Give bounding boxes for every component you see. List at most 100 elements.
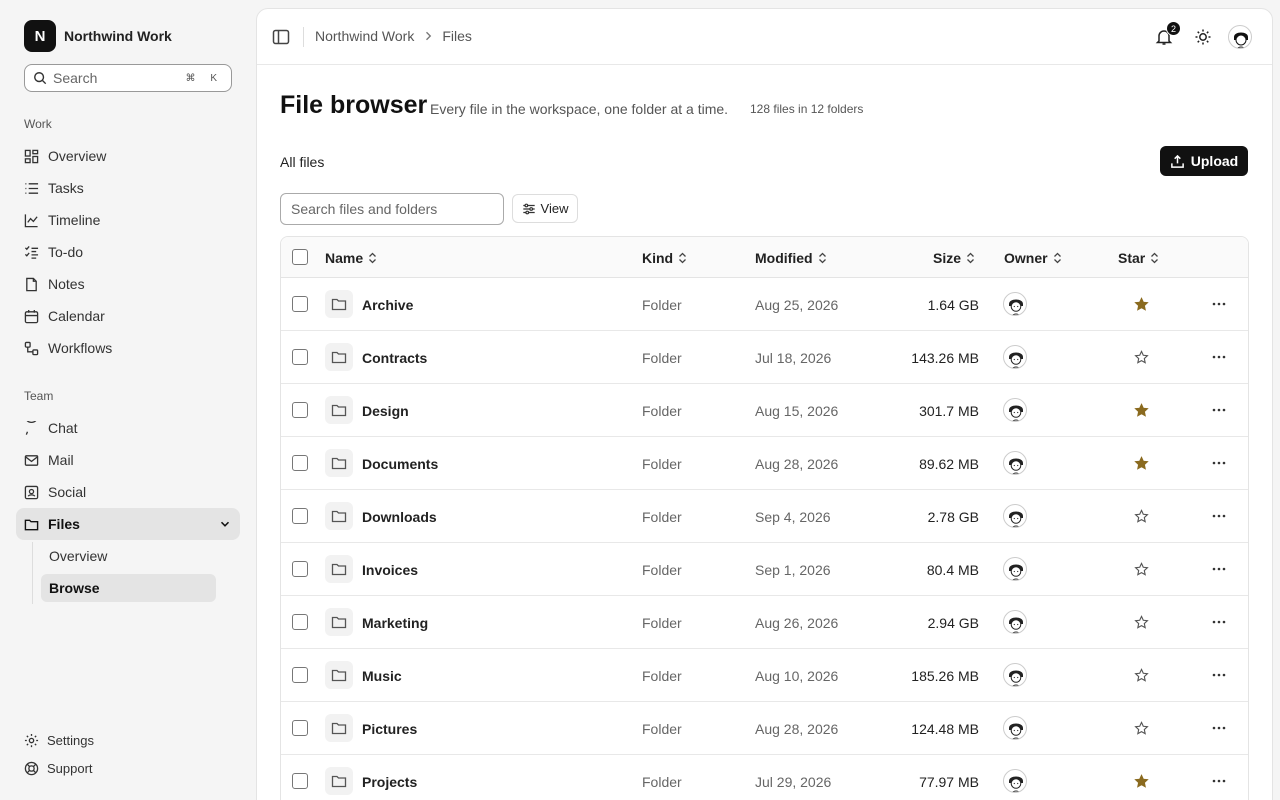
- table-row[interactable]: Documents Folder Aug 28, 2026 89.62 MB: [281, 437, 1248, 490]
- more-horizontal-icon[interactable]: [1211, 508, 1227, 524]
- file-name[interactable]: Projects: [362, 755, 417, 800]
- table-row[interactable]: Projects Folder Jul 29, 2026 77.97 MB: [281, 755, 1248, 800]
- table-row[interactable]: Downloads Folder Sep 4, 2026 2.78 GB: [281, 490, 1248, 543]
- file-name[interactable]: Downloads: [362, 490, 437, 543]
- sidebar: N Northwind Work Search ⌘ K Work Overvie…: [0, 0, 256, 800]
- star-icon[interactable]: [1134, 721, 1149, 736]
- file-name[interactable]: Invoices: [362, 543, 418, 596]
- row-checkbox[interactable]: [292, 773, 308, 789]
- breadcrumb-item[interactable]: Northwind Work: [315, 28, 414, 44]
- file-name[interactable]: Marketing: [362, 596, 428, 649]
- more-horizontal-icon[interactable]: [1211, 614, 1227, 630]
- column-header-name[interactable]: Name: [325, 237, 377, 278]
- table-row[interactable]: Design Folder Aug 15, 2026 301.7 MB: [281, 384, 1248, 437]
- more-horizontal-icon[interactable]: [1211, 773, 1227, 789]
- folder-thumbnail: [325, 343, 353, 371]
- chart-line-icon: [24, 213, 38, 227]
- main-panel: Northwind Work Files 2 File browser Ever…: [256, 8, 1273, 800]
- sidebar-item-notes[interactable]: Notes: [24, 272, 85, 296]
- sidebar-item-tasks[interactable]: Tasks: [24, 176, 84, 200]
- sidebar-item-workflows[interactable]: Workflows: [24, 336, 112, 360]
- folder-icon: [331, 298, 347, 311]
- more-horizontal-icon[interactable]: [1211, 402, 1227, 418]
- more-horizontal-icon[interactable]: [1211, 455, 1227, 471]
- star-icon[interactable]: [1134, 668, 1149, 683]
- column-header-kind[interactable]: Kind: [642, 237, 687, 278]
- sidebar-item-files[interactable]: Files: [16, 508, 240, 540]
- row-checkbox[interactable]: [292, 508, 308, 524]
- column-header-owner[interactable]: Owner: [1004, 237, 1062, 278]
- star-icon[interactable]: [1134, 403, 1149, 418]
- avatar[interactable]: [1228, 25, 1252, 49]
- row-checkbox[interactable]: [292, 349, 308, 365]
- sidebar-item-timeline[interactable]: Timeline: [24, 208, 100, 232]
- file-kind: Folder: [642, 773, 682, 790]
- sidebar-item-support[interactable]: Support: [24, 761, 93, 776]
- table-row[interactable]: Pictures Folder Aug 28, 2026 124.48 MB: [281, 702, 1248, 755]
- view-options-button[interactable]: View: [512, 194, 578, 223]
- star-icon[interactable]: [1134, 562, 1149, 577]
- file-size: 143.26 MB: [911, 349, 979, 366]
- column-header-size[interactable]: Size: [933, 237, 975, 278]
- breadcrumb-item-current[interactable]: Files: [442, 28, 472, 44]
- sidebar-item-mail[interactable]: Mail: [24, 448, 74, 472]
- sidebar-item-calendar[interactable]: Calendar: [24, 304, 105, 328]
- table-row[interactable]: Contracts Folder Jul 18, 2026 143.26 MB: [281, 331, 1248, 384]
- file-size: 1.64 GB: [927, 296, 979, 313]
- sort-icon: [1151, 252, 1159, 263]
- row-checkbox[interactable]: [292, 614, 308, 630]
- file-name[interactable]: Contracts: [362, 331, 427, 384]
- sidebar-search[interactable]: Search ⌘ K: [24, 64, 232, 92]
- workspace-switcher[interactable]: N Northwind Work: [24, 20, 172, 52]
- table-row[interactable]: Archive Folder Aug 25, 2026 1.64 GB: [281, 278, 1248, 331]
- sidebar-toggle-icon[interactable]: [271, 27, 291, 47]
- upload-icon: [1170, 154, 1184, 168]
- star-icon[interactable]: [1134, 615, 1149, 630]
- row-checkbox[interactable]: [292, 402, 308, 418]
- table-body: Archive Folder Aug 25, 2026 1.64 GB Cont…: [281, 278, 1248, 800]
- file-modified: Aug 28, 2026: [755, 455, 839, 472]
- more-horizontal-icon[interactable]: [1211, 667, 1227, 683]
- more-horizontal-icon[interactable]: [1211, 349, 1227, 365]
- star-icon[interactable]: [1134, 456, 1149, 471]
- sidebar-subitem-overview[interactable]: Overview: [41, 542, 216, 570]
- select-all-checkbox[interactable]: [292, 249, 308, 265]
- row-checkbox[interactable]: [292, 455, 308, 471]
- star-icon[interactable]: [1134, 350, 1149, 365]
- row-checkbox[interactable]: [292, 720, 308, 736]
- column-header-star[interactable]: Star: [1118, 237, 1159, 278]
- sidebar-item-label: Calendar: [48, 308, 105, 324]
- owner-avatar: [1003, 663, 1027, 687]
- file-name[interactable]: Pictures: [362, 702, 417, 755]
- row-checkbox[interactable]: [292, 561, 308, 577]
- sidebar-subitem-browse[interactable]: Browse: [41, 574, 216, 602]
- sidebar-item-overview[interactable]: Overview: [24, 144, 106, 168]
- table-row[interactable]: Marketing Folder Aug 26, 2026 2.94 GB: [281, 596, 1248, 649]
- table-row[interactable]: Invoices Folder Sep 1, 2026 80.4 MB: [281, 543, 1248, 596]
- more-horizontal-icon[interactable]: [1211, 296, 1227, 312]
- column-header-modified[interactable]: Modified: [755, 237, 827, 278]
- sidebar-item-chat[interactable]: Chat: [24, 416, 78, 440]
- file-name[interactable]: Archive: [362, 278, 413, 331]
- sun-icon[interactable]: [1194, 28, 1212, 46]
- file-table: Name Kind Modified Size Owner Star Archi…: [280, 236, 1249, 800]
- upload-button[interactable]: Upload: [1160, 146, 1248, 176]
- row-checkbox[interactable]: [292, 667, 308, 683]
- file-name[interactable]: Music: [362, 649, 402, 702]
- chevron-down-icon[interactable]: [218, 517, 232, 531]
- file-name[interactable]: Design: [362, 384, 409, 437]
- star-icon[interactable]: [1134, 774, 1149, 789]
- file-name[interactable]: Documents: [362, 437, 438, 490]
- file-search-input[interactable]: [280, 193, 504, 225]
- sidebar-item-social[interactable]: Social: [24, 480, 86, 504]
- star-icon[interactable]: [1134, 509, 1149, 524]
- sidebar-item-label: Support: [47, 761, 93, 776]
- more-horizontal-icon[interactable]: [1211, 561, 1227, 577]
- sidebar-item-todo[interactable]: To-do: [24, 240, 83, 264]
- more-horizontal-icon[interactable]: [1211, 720, 1227, 736]
- checklist-icon: [24, 245, 39, 259]
- table-row[interactable]: Music Folder Aug 10, 2026 185.26 MB: [281, 649, 1248, 702]
- star-icon[interactable]: [1134, 297, 1149, 312]
- row-checkbox[interactable]: [292, 296, 308, 312]
- sidebar-item-settings[interactable]: Settings: [24, 733, 94, 748]
